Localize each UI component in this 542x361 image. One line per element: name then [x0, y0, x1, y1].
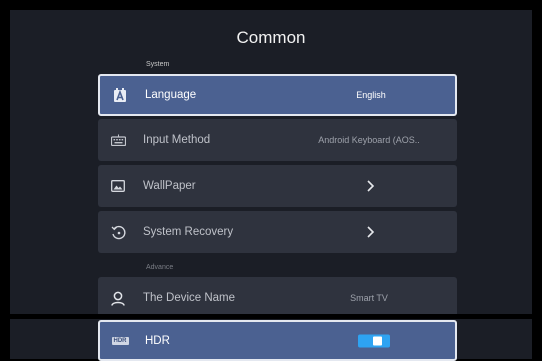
setting-label: HDR [145, 334, 170, 347]
setting-label: The Device Name [143, 292, 236, 304]
scroll-viewport: The Device Name Smart TV [0, 10, 542, 314]
setting-row-device-name[interactable]: The Device Name Smart TV [98, 277, 457, 314]
toggle-knob [373, 336, 382, 345]
setting-value: Smart TV [350, 293, 388, 303]
person-icon [110, 290, 126, 306]
hdr-badge: HDR [111, 336, 129, 345]
hdr-icon: HDR [111, 333, 129, 349]
hdr-toggle[interactable] [358, 334, 390, 347]
setting-row-hdr[interactable]: HDR HDR [98, 320, 457, 361]
